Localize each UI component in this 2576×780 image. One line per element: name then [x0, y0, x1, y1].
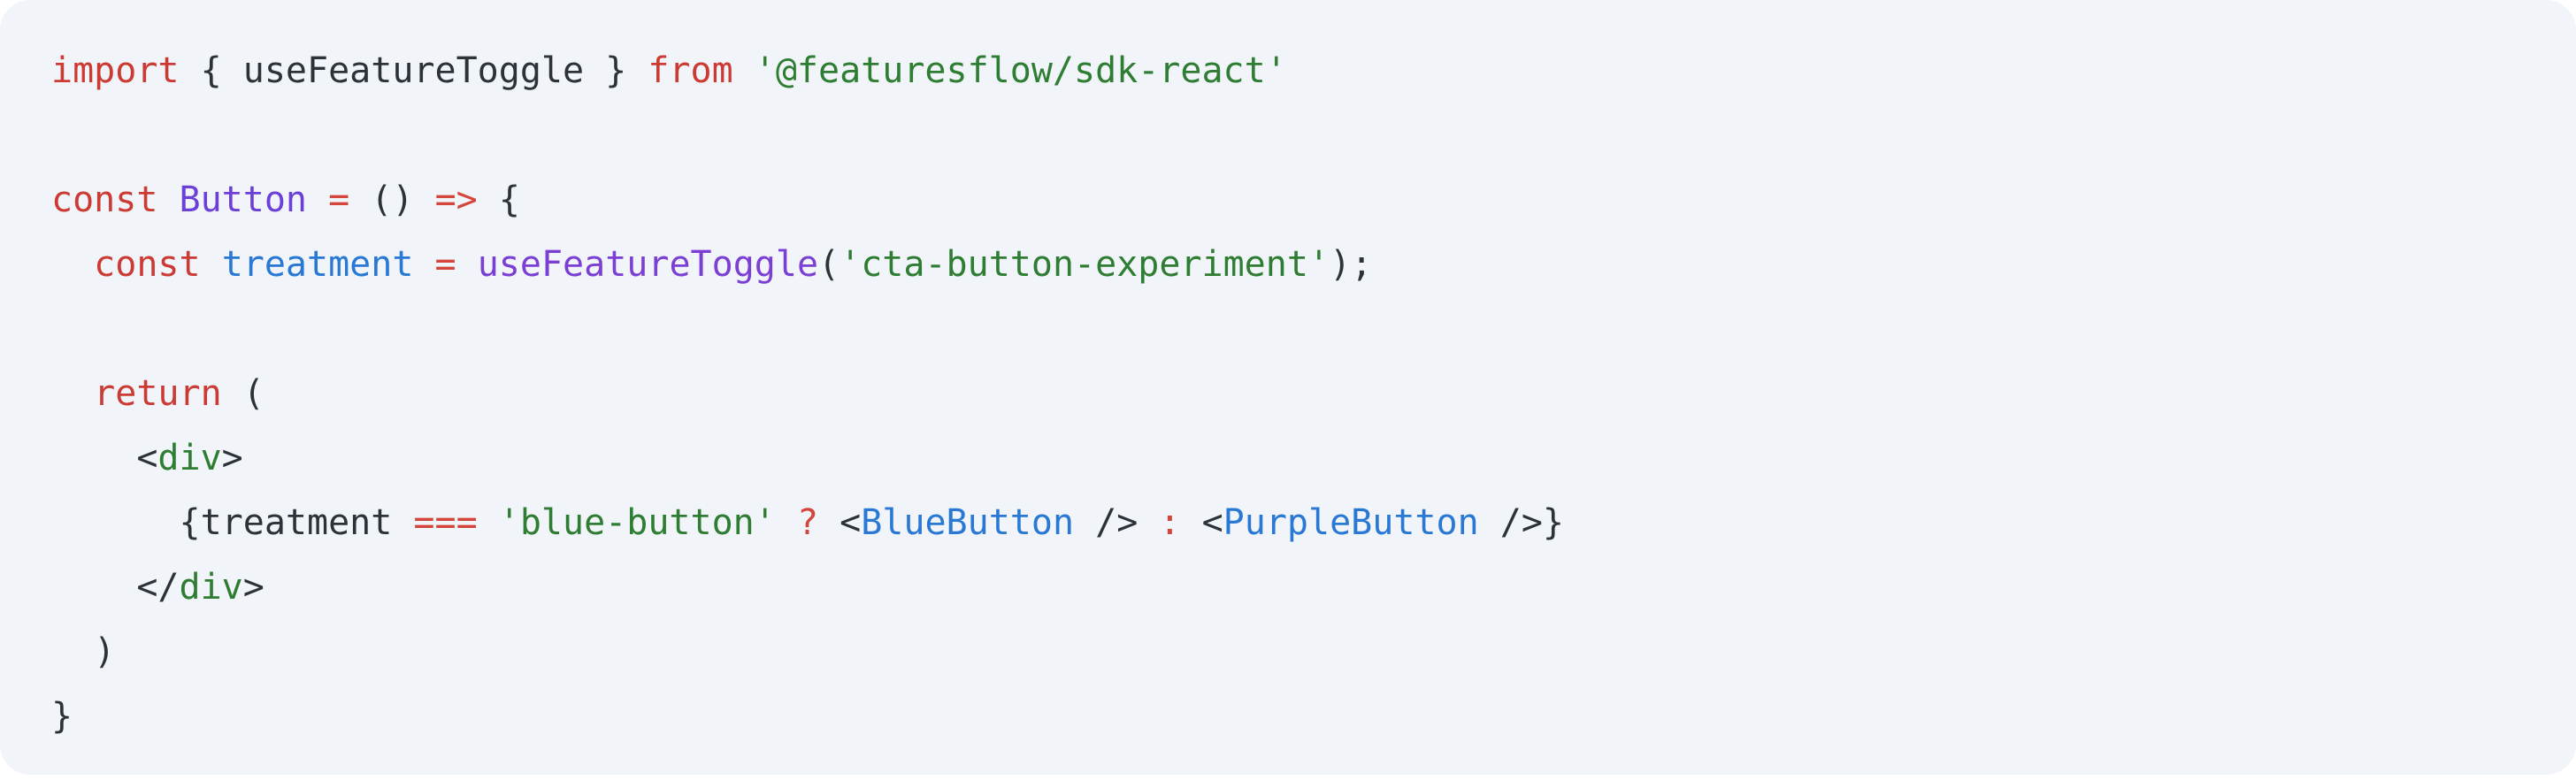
code-token-punctuation: />} — [1478, 502, 1564, 543]
code-token-punctuation: /> — [1074, 502, 1138, 543]
code-token-punctuation: > — [221, 438, 243, 478]
code-token-operator: === — [413, 502, 478, 543]
code-token-punctuation: () — [371, 180, 414, 220]
code-line: </div> — [51, 555, 2576, 620]
code-line: <div> — [51, 426, 2576, 491]
code-line: const treatment = useFeatureToggle('cta-… — [51, 233, 2576, 297]
code-line: } — [51, 684, 2576, 749]
code-token-punctuation: ( — [242, 373, 264, 414]
code-line: {treatment === 'blue-button' ? <BlueButt… — [51, 491, 2576, 555]
code-token-punctuation: ) — [94, 631, 116, 672]
code-token-tag: div — [157, 438, 222, 478]
code-token-operator: => — [434, 180, 478, 220]
code-token-punctuation: < — [1201, 502, 1223, 543]
code-line: import { useFeatureToggle } from '@featu… — [51, 39, 2576, 103]
code-token-punctuation: </ — [136, 567, 180, 608]
code-token-keyword: from — [648, 50, 733, 91]
code-snippet-card: import { useFeatureToggle } from '@featu… — [0, 0, 2576, 775]
code-token-plain: { useFeatureToggle } — [200, 50, 627, 91]
code-token-operator: ? — [796, 502, 819, 543]
code-token-keyword: const — [94, 244, 201, 285]
code-token-function: useFeatureToggle — [477, 244, 819, 285]
code-token-variable: treatment — [221, 244, 414, 285]
code-token-punctuation: < — [136, 438, 158, 478]
code-token-tag: div — [179, 567, 243, 608]
code-token-punctuation: { — [498, 180, 520, 220]
code-token-keyword: const — [51, 180, 158, 220]
code-token-class: Button — [179, 180, 308, 220]
code-token-punctuation: ( — [818, 244, 840, 285]
code-token-plain: {treatment — [179, 502, 393, 543]
code-token-keyword: import — [51, 50, 180, 91]
code-token-punctuation: } — [51, 696, 73, 737]
code-token-punctuation: > — [242, 567, 264, 608]
code-line: const Button = () => { — [51, 168, 2576, 233]
code-token-component: BlueButton — [861, 502, 1075, 543]
code-line: ) — [51, 620, 2576, 684]
code-token-string: '@featuresflow/sdk-react' — [754, 50, 1287, 91]
code-token-string: 'cta-button-experiment' — [840, 244, 1330, 285]
code-token-component: PurpleButton — [1223, 502, 1479, 543]
code-token-keyword: return — [94, 373, 222, 414]
code-token-punctuation: < — [840, 502, 862, 543]
code-token-operator: = — [328, 180, 350, 220]
code-block[interactable]: import { useFeatureToggle } from '@featu… — [51, 39, 2576, 749]
code-line: return ( — [51, 362, 2576, 426]
code-token-punctuation: ); — [1330, 244, 1373, 285]
code-token-operator: : — [1159, 502, 1181, 543]
code-token-operator: = — [434, 244, 456, 285]
code-token-string: 'blue-button' — [498, 502, 776, 543]
